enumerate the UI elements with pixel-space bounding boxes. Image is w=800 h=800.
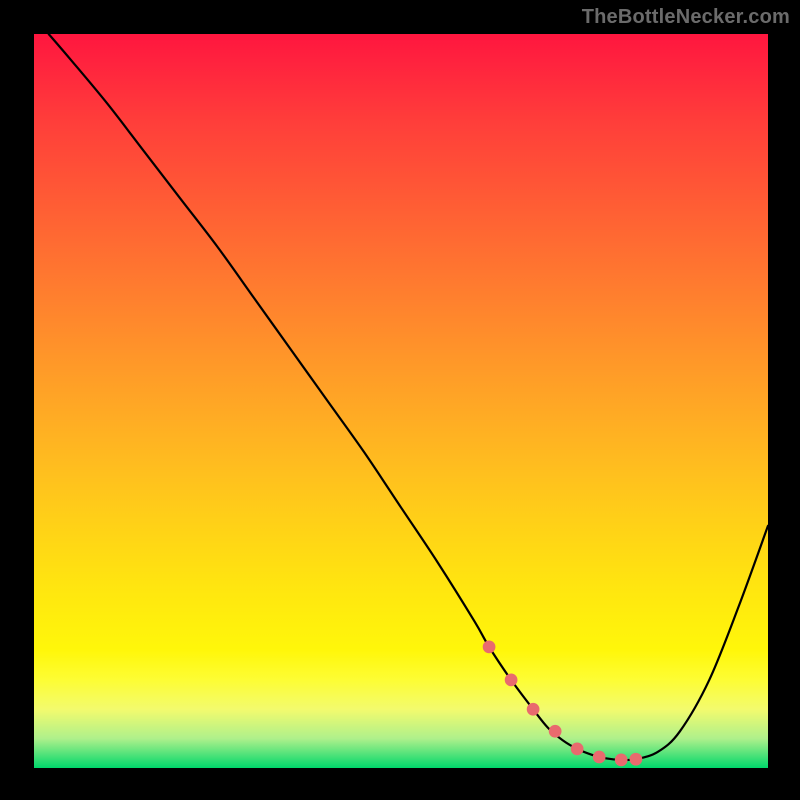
trough-marker xyxy=(527,703,539,715)
watermark-text: TheBottleNecker.com xyxy=(582,6,790,29)
curve-layer xyxy=(34,34,768,768)
plot-area xyxy=(34,34,768,768)
trough-marker xyxy=(593,751,605,763)
trough-marker xyxy=(483,641,495,653)
chart-stage: TheBottleNecker.com xyxy=(0,0,800,800)
trough-marker xyxy=(615,754,627,766)
bottleneck-curve xyxy=(49,34,768,760)
trough-markers xyxy=(483,641,642,766)
trough-marker xyxy=(549,725,561,737)
trough-marker xyxy=(630,753,642,765)
trough-marker xyxy=(505,674,517,686)
trough-marker xyxy=(571,743,583,755)
